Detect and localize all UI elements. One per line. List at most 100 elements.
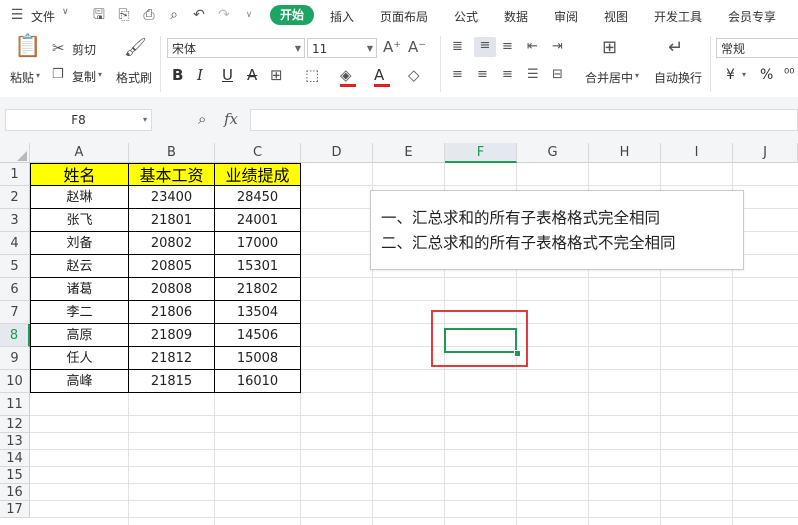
tab-member[interactable]: 会员专享	[728, 8, 776, 25]
table-cell[interactable]: 16010	[215, 370, 301, 393]
table-cell[interactable]: 13504	[215, 301, 301, 324]
format-painter-icon[interactable]: 🖌	[124, 39, 147, 57]
align-center-icon[interactable]: ≡	[477, 66, 488, 84]
table-cell[interactable]: 20802	[129, 232, 215, 255]
row-header[interactable]: 1	[0, 163, 30, 186]
paste-chevron-icon[interactable]: ▾	[36, 71, 40, 80]
paste-button[interactable]: 粘贴	[10, 69, 34, 86]
column-header[interactable]: G	[517, 143, 589, 163]
table-cell[interactable]: 诸葛	[30, 278, 129, 301]
table-cell[interactable]: 赵云	[30, 255, 129, 278]
copy-chevron-icon[interactable]: ▾	[98, 70, 102, 79]
table-header-cell[interactable]: 姓名	[30, 163, 129, 186]
wrap-text-icon[interactable]: ↵	[668, 39, 683, 57]
increase-font-icon[interactable]: A⁺	[383, 38, 401, 56]
column-header[interactable]: C	[215, 143, 301, 163]
copy-button[interactable]: 复制	[72, 68, 96, 85]
tab-data[interactable]: 数据	[504, 8, 528, 25]
table-cell[interactable]: 21815	[129, 370, 215, 393]
strikethrough-icon[interactable]: A	[247, 66, 257, 84]
column-header[interactable]: B	[129, 143, 215, 163]
row-header[interactable]: 14	[0, 450, 30, 467]
row-header[interactable]: 15	[0, 467, 30, 484]
column-header[interactable]: D	[301, 143, 373, 163]
align-middle-icon[interactable]: ≡	[474, 37, 496, 57]
currency-icon[interactable]: ¥	[726, 67, 735, 83]
thousands-icon[interactable]: ⁰⁰	[784, 67, 794, 82]
table-cell[interactable]: 17000	[215, 232, 301, 255]
table-cell[interactable]: 赵琳	[30, 186, 129, 209]
print-preview-icon[interactable]: ⌕	[165, 6, 183, 24]
percent-icon[interactable]: %	[760, 67, 773, 83]
quick-access-chevron-icon[interactable]: ∨	[240, 6, 258, 24]
tab-formulas[interactable]: 公式	[454, 8, 478, 25]
scissors-icon[interactable]: ✂	[52, 39, 65, 57]
text-box[interactable]: 一、汇总求和的所有子表格格式完全相同 二、汇总求和的所有子表格格式不完全相同	[370, 190, 744, 270]
cell-style-icon[interactable]: ⬚	[305, 66, 319, 84]
tab-home[interactable]: 开始	[270, 5, 314, 25]
table-cell[interactable]: 21812	[129, 347, 215, 370]
bold-icon[interactable]: B	[172, 66, 183, 84]
file-menu-chevron-icon[interactable]: ∨	[62, 7, 69, 17]
row-header[interactable]: 17	[0, 501, 30, 518]
increase-indent-icon[interactable]: ⇥	[552, 38, 563, 56]
table-header-cell[interactable]: 业绩提成	[215, 163, 301, 186]
row-header[interactable]: 3	[0, 209, 30, 232]
currency-chevron-icon[interactable]: ▾	[742, 70, 746, 79]
table-cell[interactable]: 刘备	[30, 232, 129, 255]
table-cell[interactable]: 21806	[129, 301, 215, 324]
cut-button[interactable]: 剪切	[72, 41, 96, 58]
table-header-cell[interactable]: 基本工资	[129, 163, 215, 186]
copy-icon[interactable]: ❐	[52, 66, 64, 84]
table-cell[interactable]: 15301	[215, 255, 301, 278]
row-header[interactable]: 11	[0, 393, 30, 416]
column-header[interactable]: F	[445, 143, 517, 163]
table-cell[interactable]: 23400	[129, 186, 215, 209]
align-bottom-icon[interactable]: ≡	[502, 38, 513, 56]
tab-view[interactable]: 视图	[604, 8, 628, 25]
zoom-search-icon[interactable]: ⌕	[198, 110, 206, 128]
table-cell[interactable]: 28450	[215, 186, 301, 209]
row-header[interactable]: 7	[0, 301, 30, 324]
table-cell[interactable]: 15008	[215, 347, 301, 370]
row-header[interactable]: 10	[0, 370, 30, 393]
row-header[interactable]: 6	[0, 278, 30, 301]
row-header[interactable]: 2	[0, 186, 30, 209]
row-header[interactable]: 12	[0, 416, 30, 433]
tab-page-layout[interactable]: 页面布局	[380, 8, 428, 25]
tab-review[interactable]: 审阅	[554, 8, 578, 25]
borders-icon[interactable]: ⊞	[270, 66, 283, 84]
row-header[interactable]: 13	[0, 433, 30, 450]
file-menu[interactable]: 文件	[31, 8, 55, 25]
export-pdf-icon[interactable]: ⎘	[115, 6, 133, 24]
table-cell[interactable]: 高原	[30, 324, 129, 347]
row-header[interactable]: 8	[0, 324, 30, 347]
paste-icon[interactable]: 📋	[14, 36, 41, 58]
column-header[interactable]: A	[30, 143, 129, 163]
table-cell[interactable]: 张飞	[30, 209, 129, 232]
save-icon[interactable]: 🖫	[90, 6, 108, 24]
align-left-icon[interactable]: ≡	[452, 66, 463, 84]
hamburger-menu-icon[interactable]: ☰	[8, 6, 26, 24]
tab-developer[interactable]: 开发工具	[654, 8, 702, 25]
merge-center-icon[interactable]: ⊞	[602, 39, 617, 57]
font-size-select[interactable]: 11 ▼	[307, 38, 377, 58]
print-icon[interactable]: ⎙	[140, 6, 158, 24]
row-header[interactable]: 9	[0, 347, 30, 370]
clear-format-icon[interactable]: ◇	[408, 66, 420, 84]
number-format-select[interactable]: 常规	[716, 38, 798, 58]
formula-input[interactable]	[250, 109, 798, 131]
merge-center-chevron-icon[interactable]: ▾	[635, 71, 639, 80]
select-all-corner[interactable]	[0, 143, 30, 163]
merge-center-button[interactable]: 合并居中	[585, 69, 633, 86]
align-right-icon[interactable]: ≡	[502, 66, 513, 84]
undo-icon[interactable]: ↶	[190, 6, 208, 24]
column-header[interactable]: H	[589, 143, 661, 163]
justify-icon[interactable]: ☰	[527, 66, 539, 84]
format-painter-button[interactable]: 格式刷	[116, 69, 152, 86]
table-cell[interactable]: 24001	[215, 209, 301, 232]
function-icon[interactable]: fx	[224, 110, 238, 128]
row-header[interactable]: 4	[0, 232, 30, 255]
decrease-font-icon[interactable]: A⁻	[408, 38, 426, 56]
decrease-indent-icon[interactable]: ⇤	[527, 38, 538, 56]
